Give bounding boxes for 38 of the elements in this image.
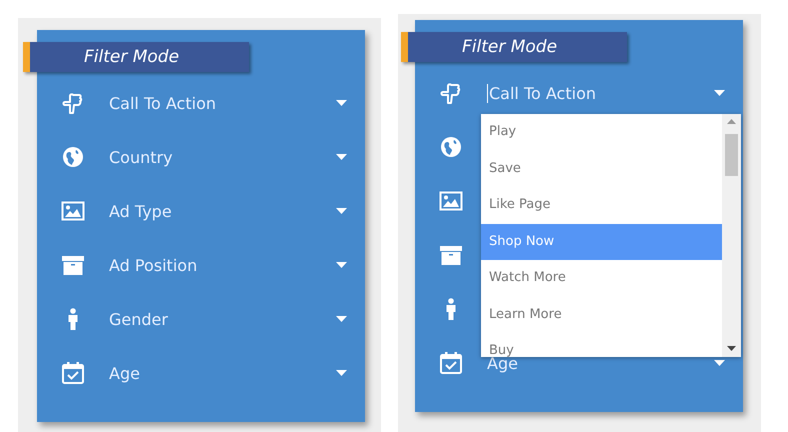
caret-icon — [336, 262, 347, 268]
caret-icon — [336, 100, 347, 106]
filter-select[interactable]: Ad Position — [109, 256, 198, 274]
dropdown-option[interactable]: Play — [481, 114, 722, 150]
image-icon — [439, 189, 463, 213]
calendar-check-icon — [439, 351, 463, 375]
caret-icon — [336, 370, 347, 376]
filter-select[interactable]: Ad Type — [109, 202, 172, 220]
scroll-up-icon[interactable] — [727, 119, 736, 124]
scroll-down-icon[interactable] — [727, 346, 736, 351]
filter-select[interactable]: Call To Action — [109, 94, 216, 112]
filter-select[interactable]: Gender — [109, 310, 168, 328]
caret-icon — [336, 316, 347, 322]
filter-select[interactable]: Call To Action — [487, 84, 596, 102]
filter-select[interactable]: Age — [109, 364, 140, 382]
pointing-hand-icon — [61, 91, 85, 115]
scroll-thumb[interactable] — [725, 134, 738, 176]
caret-icon — [336, 154, 347, 160]
archive-box-icon — [61, 253, 85, 277]
caret-icon — [714, 90, 725, 96]
image-icon — [61, 199, 85, 223]
dropdown-option[interactable]: Learn More — [481, 296, 722, 333]
globe-icon — [61, 145, 85, 169]
caret-icon — [336, 208, 347, 214]
dropdown-option[interactable]: Buy — [481, 333, 722, 357]
scrollbar[interactable] — [722, 114, 741, 357]
filter-select[interactable]: Country — [109, 148, 173, 166]
globe-icon — [439, 135, 463, 159]
pointing-hand-icon — [439, 81, 463, 105]
dropdown-option[interactable]: Like Page — [481, 187, 722, 224]
panel-title: Filter Mode — [401, 32, 627, 62]
dropdown-option[interactable]: Shop Now — [481, 224, 722, 260]
panel-title: Filter Mode — [23, 42, 249, 72]
caret-icon — [714, 360, 725, 366]
dropdown-option[interactable]: Save — [481, 150, 722, 187]
dropdown-option[interactable]: Watch More — [481, 260, 722, 296]
archive-box-icon — [439, 243, 463, 267]
calendar-check-icon — [61, 361, 85, 385]
